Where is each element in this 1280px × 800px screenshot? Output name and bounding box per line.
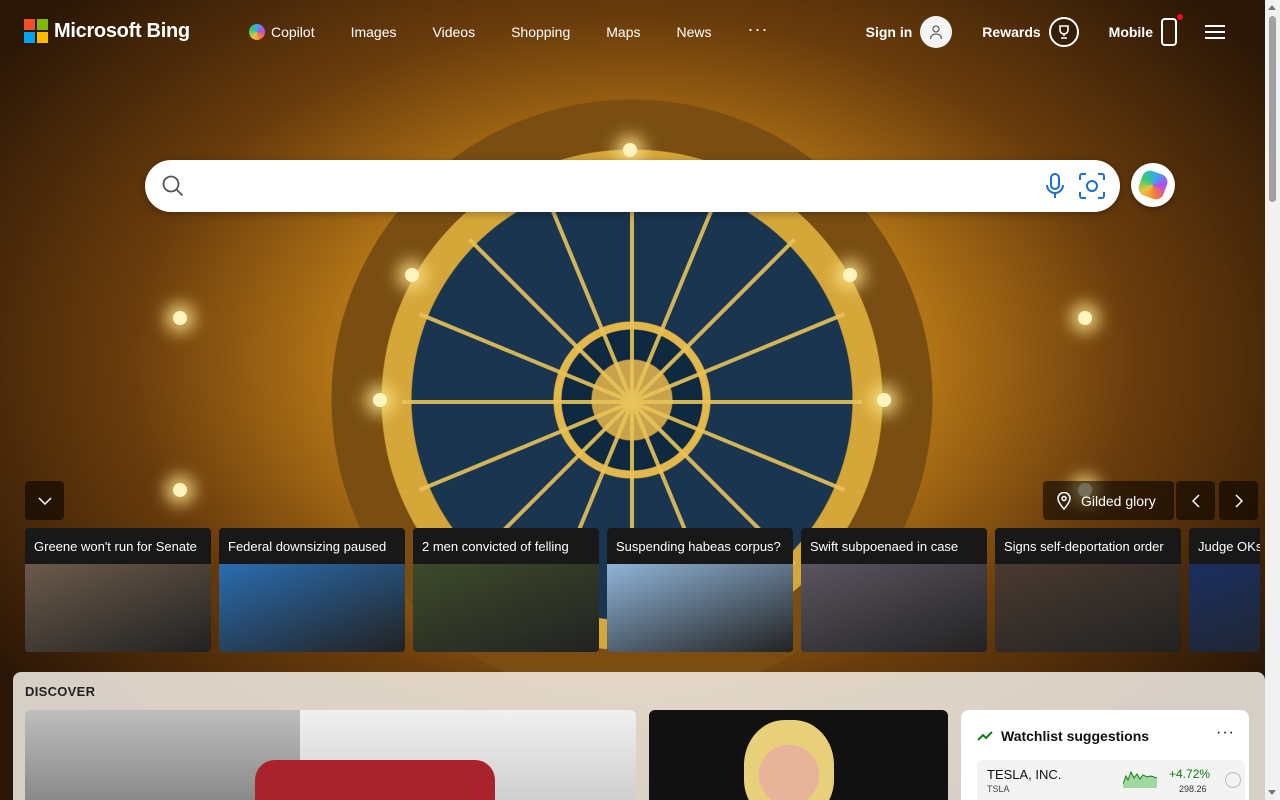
chevron-right-icon: [1234, 493, 1243, 508]
stock-symbol: TSLA: [987, 784, 1010, 794]
news-card-title: Greene won't run for Senate: [25, 528, 211, 564]
news-card-title: Suspending habeas corpus?: [607, 528, 793, 564]
watchlist-widget: Watchlist suggestions ··· TESLA, INC. TS…: [961, 710, 1249, 800]
trophy-icon: [1048, 17, 1079, 47]
discover-card[interactable]: [25, 710, 636, 800]
search-input[interactable]: [195, 170, 1045, 202]
image-info-button[interactable]: Gilded glory: [1043, 481, 1174, 520]
news-card[interactable]: Signs self-deportation order: [995, 528, 1181, 652]
news-card-title: 2 men convicted of felling: [413, 528, 599, 564]
search-icon: [161, 174, 185, 203]
previous-image-button[interactable]: [1176, 481, 1215, 520]
news-card-image: [219, 564, 405, 652]
nav-news[interactable]: News: [676, 24, 711, 40]
rewards-button[interactable]: Rewards: [982, 17, 1079, 47]
scroll-down-icon[interactable]: [1268, 790, 1276, 795]
nav-copilot[interactable]: Copilot: [249, 24, 315, 40]
brand-name: Microsoft Bing: [54, 19, 190, 42]
news-card[interactable]: 2 men convicted of felling: [413, 528, 599, 652]
news-card[interactable]: Greene won't run for Senate: [25, 528, 211, 652]
watchlist-title: Watchlist suggestions: [1001, 728, 1150, 744]
bing-logo[interactable]: Microsoft Bing: [24, 19, 190, 43]
collapse-news-button[interactable]: [25, 481, 64, 520]
scroll-up-icon[interactable]: [1268, 5, 1276, 10]
nav-more-button[interactable]: ···: [748, 19, 769, 40]
mobile-button[interactable]: Mobile: [1108, 14, 1183, 46]
news-card-title: Swift subpoenaed in case: [801, 528, 987, 564]
image-title: Gilded glory: [1081, 492, 1156, 509]
news-card-title: Federal downsizing paused: [219, 528, 405, 564]
copilot-search-button[interactable]: [1131, 163, 1175, 207]
news-card[interactable]: Suspending habeas corpus?: [607, 528, 793, 652]
phone-icon: [1161, 14, 1183, 46]
stock-name: TESLA, INC.: [987, 767, 1062, 782]
user-avatar-icon: [920, 16, 953, 48]
next-image-button[interactable]: [1219, 481, 1258, 520]
stock-price: 298.26: [1179, 784, 1207, 794]
news-card-title: Signs self-deportation order: [995, 528, 1181, 564]
sparkline-icon: [1123, 770, 1157, 788]
news-card[interactable]: Federal downsizing paused: [219, 528, 405, 652]
news-carousel: Greene won't run for Senate Federal downs…: [25, 528, 1260, 652]
scrollbar-thumb[interactable]: [1269, 16, 1276, 202]
discover-card[interactable]: [649, 710, 948, 800]
sign-in-button[interactable]: Sign in: [866, 16, 953, 48]
visual-search-icon[interactable]: [1078, 172, 1106, 205]
nav-images[interactable]: Images: [351, 24, 397, 40]
menu-icon[interactable]: [1205, 21, 1225, 43]
nav-shopping[interactable]: Shopping: [511, 24, 570, 40]
nav-copilot-label: Copilot: [271, 24, 315, 40]
chevron-left-icon: [1191, 493, 1200, 508]
copilot-icon: [249, 24, 265, 40]
news-card-image: [607, 564, 793, 652]
news-card[interactable]: Judge OKs: [1189, 528, 1260, 652]
news-card-image: [995, 564, 1181, 652]
watchlist-header: Watchlist suggestions: [977, 728, 1149, 744]
microsoft-logo-icon: [24, 19, 48, 43]
mobile-label: Mobile: [1108, 24, 1153, 40]
chevron-down-icon: [37, 496, 52, 505]
add-to-watchlist-icon[interactable]: [1225, 772, 1241, 788]
news-card-image: [25, 564, 211, 652]
rewards-label: Rewards: [982, 24, 1041, 40]
news-card-image: [413, 564, 599, 652]
header: Microsoft Bing Copilot Images Videos Sho…: [0, 0, 1265, 70]
location-pin-icon: [1057, 491, 1071, 510]
copilot-logo-icon: [1136, 168, 1170, 202]
top-nav: Copilot Images Videos Shopping Maps News…: [249, 19, 804, 40]
search-box: [145, 160, 1120, 212]
page-scrollbar[interactable]: [1265, 0, 1280, 800]
microphone-icon[interactable]: [1044, 172, 1066, 205]
news-card[interactable]: Swift subpoenaed in case: [801, 528, 987, 652]
news-card-image: [801, 564, 987, 652]
news-card-title: Judge OKs: [1189, 528, 1260, 564]
nav-maps[interactable]: Maps: [606, 24, 640, 40]
watchlist-more-button[interactable]: ···: [1216, 724, 1235, 742]
stock-row[interactable]: TESLA, INC. TSLA +4.72% 298.26: [977, 760, 1245, 800]
sign-in-label: Sign in: [865, 24, 913, 40]
nav-videos[interactable]: Videos: [433, 24, 476, 40]
trend-up-icon: [977, 731, 993, 741]
discover-heading: DISCOVER: [25, 684, 96, 699]
stock-change: +4.72%: [1169, 767, 1211, 781]
discover-section: DISCOVER Watchlist suggestions ··· TESLA…: [13, 672, 1265, 800]
news-card-image: [1189, 564, 1260, 652]
account-nav: Sign in Rewards Mobile: [836, 14, 1225, 48]
